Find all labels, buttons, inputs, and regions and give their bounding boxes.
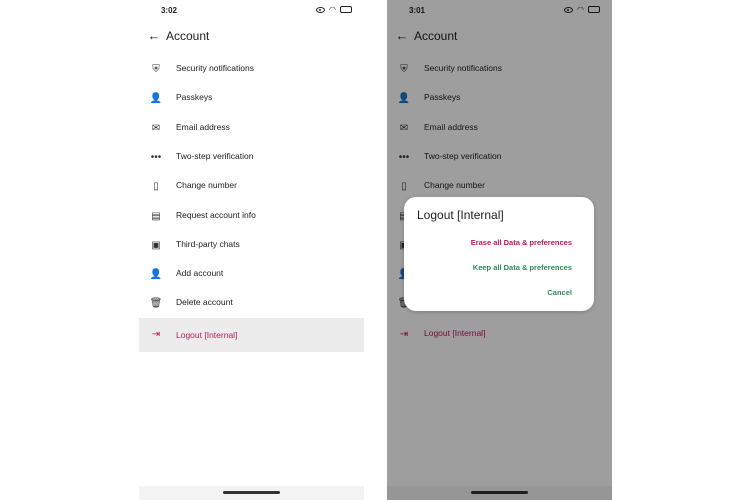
menu-item-label: Email address: [176, 121, 230, 132]
menu-item-label: Delete account: [176, 297, 233, 308]
erase-data-button[interactable]: Erase all Data & preferences: [471, 238, 572, 247]
battery-icon: [340, 6, 352, 13]
chat-icon: ▣: [151, 239, 161, 251]
menu-item-add-account[interactable]: 👤 Add account: [139, 260, 364, 289]
mail-icon: ✉: [151, 122, 161, 134]
wifi-icon: ◠: [329, 5, 336, 14]
menu-item-label: Passkeys: [176, 92, 213, 103]
menu-item-label: Request account info: [176, 209, 256, 220]
menu-item-two-step-verification[interactable]: ••• Two-step verification: [139, 143, 364, 172]
menu-item-label: Security notifications: [176, 63, 254, 73]
logout-dialog: Logout [Internal] Erase all Data & prefe…: [404, 197, 594, 311]
menu-item-passkeys[interactable]: 👤 Passkeys: [139, 84, 364, 113]
keep-data-button[interactable]: Keep all Data & preferences: [473, 263, 572, 272]
menu-item-label: Logout [Internal]: [176, 330, 238, 340]
menu-item-third-party-chats[interactable]: ▣ Third-party chats: [139, 231, 364, 260]
phone-change-icon: ▯: [153, 181, 159, 193]
status-bar: 3:02 ◠: [139, 0, 364, 22]
menu-item-label: Two-step verification: [176, 150, 254, 161]
menu-item-label: Change number: [176, 180, 237, 191]
passkey-icon: 👤: [149, 93, 163, 105]
trash-icon: 🗑: [149, 298, 163, 310]
page-title: Account: [166, 29, 210, 43]
document-icon: ▤: [151, 210, 161, 222]
shield-icon: ⛨: [152, 64, 160, 75]
menu-item-email-address[interactable]: ✉ Email address: [139, 114, 364, 143]
eye-icon: [316, 6, 326, 13]
menu-item-request-account-info[interactable]: ▤ Request account info: [139, 202, 364, 231]
dots-icon: •••: [150, 151, 162, 163]
logout-icon: ⇥: [151, 329, 161, 340]
dialog-title: Logout [Internal]: [417, 208, 504, 222]
menu-item-label: Add account: [176, 268, 224, 279]
back-arrow-icon[interactable]: ←: [147, 29, 161, 43]
menu-item-label: Third-party chats: [176, 238, 240, 249]
menu-item-security-notifications[interactable]: ⛨ Security notifications: [139, 55, 364, 84]
status-time: 3:02: [160, 6, 177, 15]
app-bar: ← Account: [139, 26, 364, 48]
phone-screen-left: 3:02 ◠ ← Account ⛨ Security notifications…: [139, 0, 364, 500]
menu-item-logout[interactable]: ⇥ Logout [Internal]: [139, 318, 364, 352]
home-gesture-handle[interactable]: [223, 491, 280, 494]
menu-item-delete-account[interactable]: 🗑 Delete account: [139, 289, 364, 318]
add-person-icon: 👤: [149, 269, 163, 281]
status-icons: ◠: [316, 5, 352, 14]
phone-screen-right: 3:01 ◠ ← Account ⛨ Security notifications…: [387, 0, 612, 500]
cancel-button[interactable]: Cancel: [547, 288, 572, 297]
menu-item-change-number[interactable]: ▯ Change number: [139, 172, 364, 201]
